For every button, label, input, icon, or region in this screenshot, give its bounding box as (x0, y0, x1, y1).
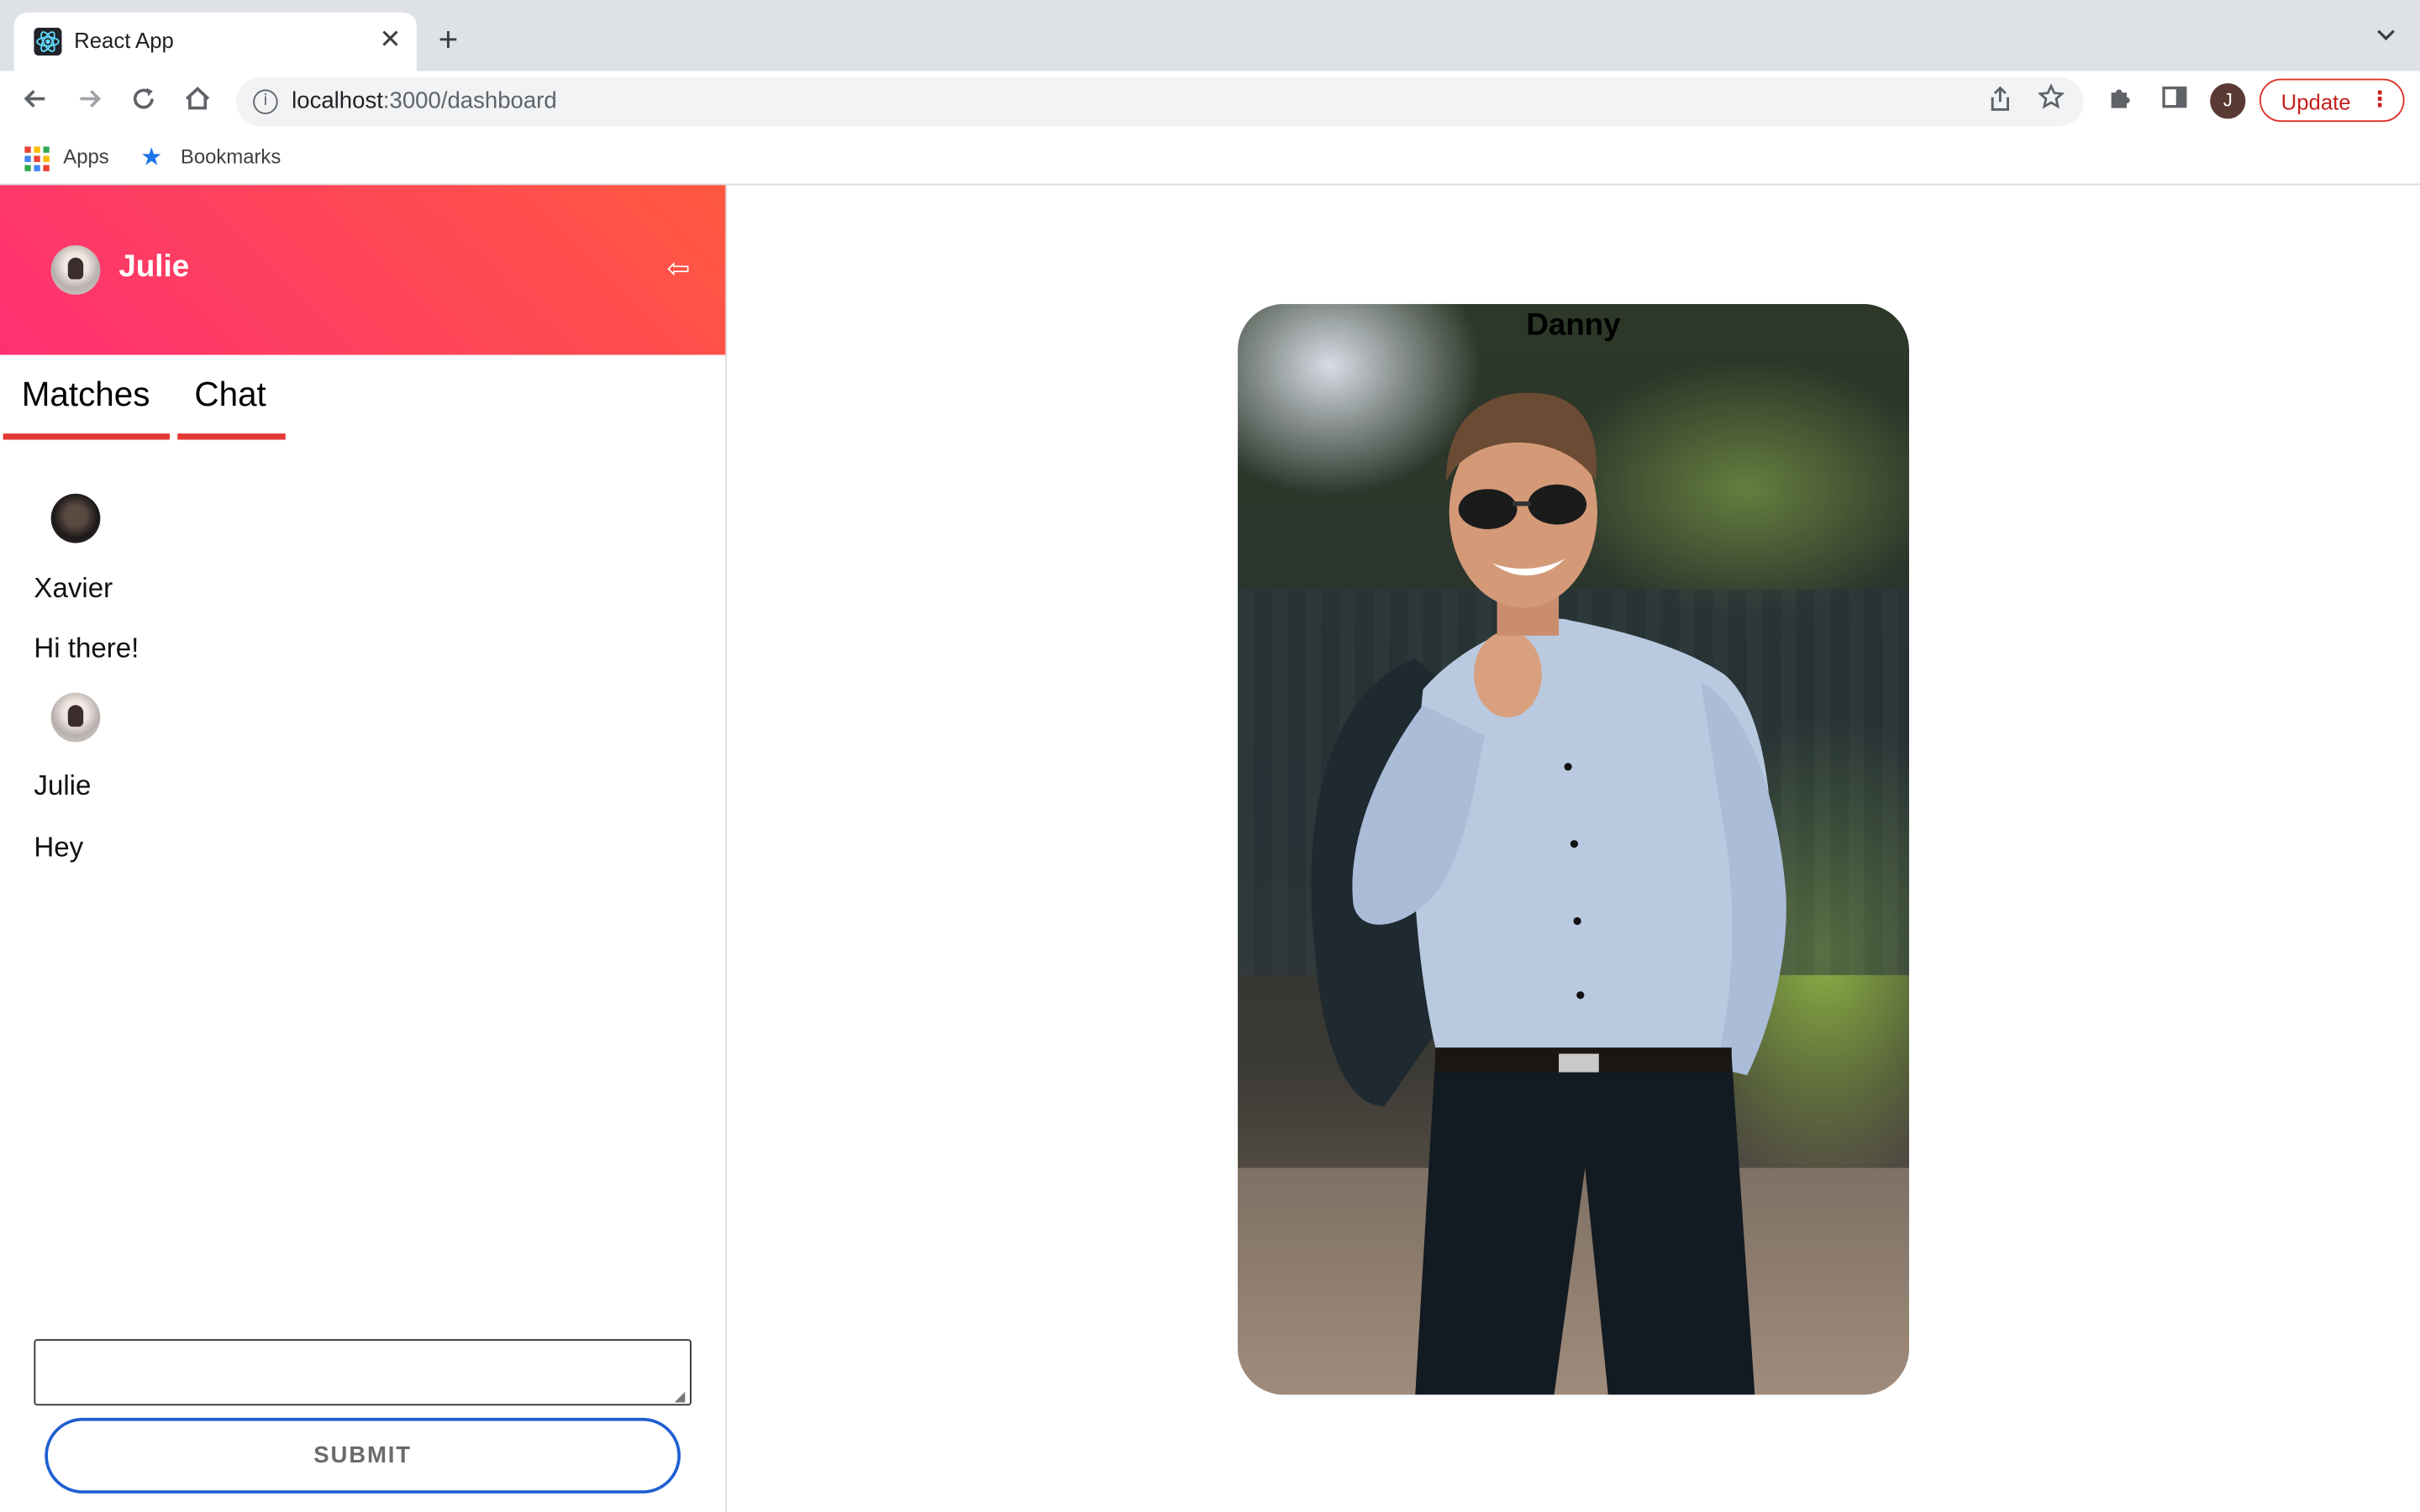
message-avatar (50, 692, 101, 743)
back-icon[interactable] (17, 83, 54, 120)
card-name: Danny (1526, 308, 1621, 343)
app-root: Julie ⇦ Matches Chat Xavier Hi there! Ju… (0, 185, 2420, 1512)
profile-avatar[interactable]: J (2210, 83, 2246, 119)
tab-search-icon[interactable] (2377, 22, 2396, 46)
tab-chat[interactable]: Chat (194, 375, 266, 415)
logout-icon[interactable]: ⇦ (666, 253, 690, 286)
reload-icon[interactable] (125, 83, 162, 120)
browser-toolbar: i localhost:3000/dashboard J Update ⋮ (0, 71, 2420, 133)
resize-handle-icon[interactable]: ◢ (675, 1390, 686, 1405)
react-favicon-icon (34, 28, 62, 56)
info-icon[interactable]: i (253, 89, 278, 114)
tab-chat-underline (177, 433, 286, 440)
user-avatar[interactable] (50, 245, 101, 295)
apps-grid-icon[interactable] (24, 146, 50, 171)
message-text: Hey (34, 831, 84, 863)
message-input[interactable] (34, 1339, 692, 1406)
message-sender: Xavier (34, 572, 113, 604)
profile-card[interactable]: Danny (1238, 303, 1909, 1395)
tab-matches-underline (3, 433, 171, 440)
star-icon[interactable] (2037, 83, 2065, 118)
sidebar: Julie ⇦ Matches Chat Xavier Hi there! Ju… (0, 185, 728, 1512)
bookmark-star-icon: ★ (140, 144, 163, 171)
message-sender: Julie (34, 769, 92, 801)
sidebar-header: Julie ⇦ (0, 185, 726, 355)
apps-bookmark[interactable]: Apps (63, 145, 108, 169)
close-icon[interactable]: ✕ (379, 24, 401, 57)
home-icon[interactable] (179, 83, 216, 120)
url-text[interactable]: localhost:3000/dashboard (292, 88, 557, 114)
menu-icon[interactable]: ⋮ (2369, 87, 2391, 113)
browser-tabstrip: React App ✕ + (0, 0, 2420, 71)
current-user-name: Julie (118, 249, 190, 284)
submit-button[interactable]: SUBMIT (45, 1417, 681, 1494)
extensions-icon[interactable] (2107, 83, 2134, 118)
bookmarks-folder[interactable]: Bookmarks (181, 145, 281, 169)
tab-title: React App (74, 28, 174, 53)
update-button[interactable]: Update ⋮ (2259, 78, 2405, 123)
profile-photo (1311, 392, 1786, 1395)
address-bar[interactable]: i localhost:3000/dashboard (236, 76, 2084, 127)
message-avatar (50, 493, 101, 543)
share-icon[interactable] (1988, 85, 2012, 120)
new-tab-icon[interactable]: + (439, 21, 459, 59)
forward-icon[interactable] (71, 83, 108, 120)
tab-matches[interactable]: Matches (22, 375, 150, 415)
side-panel-icon[interactable] (2160, 83, 2188, 118)
browser-tab[interactable]: React App ✕ (13, 12, 417, 71)
message-text: Hi there! (34, 633, 139, 664)
bookmarks-bar: Apps ★ Bookmarks (0, 132, 2420, 186)
